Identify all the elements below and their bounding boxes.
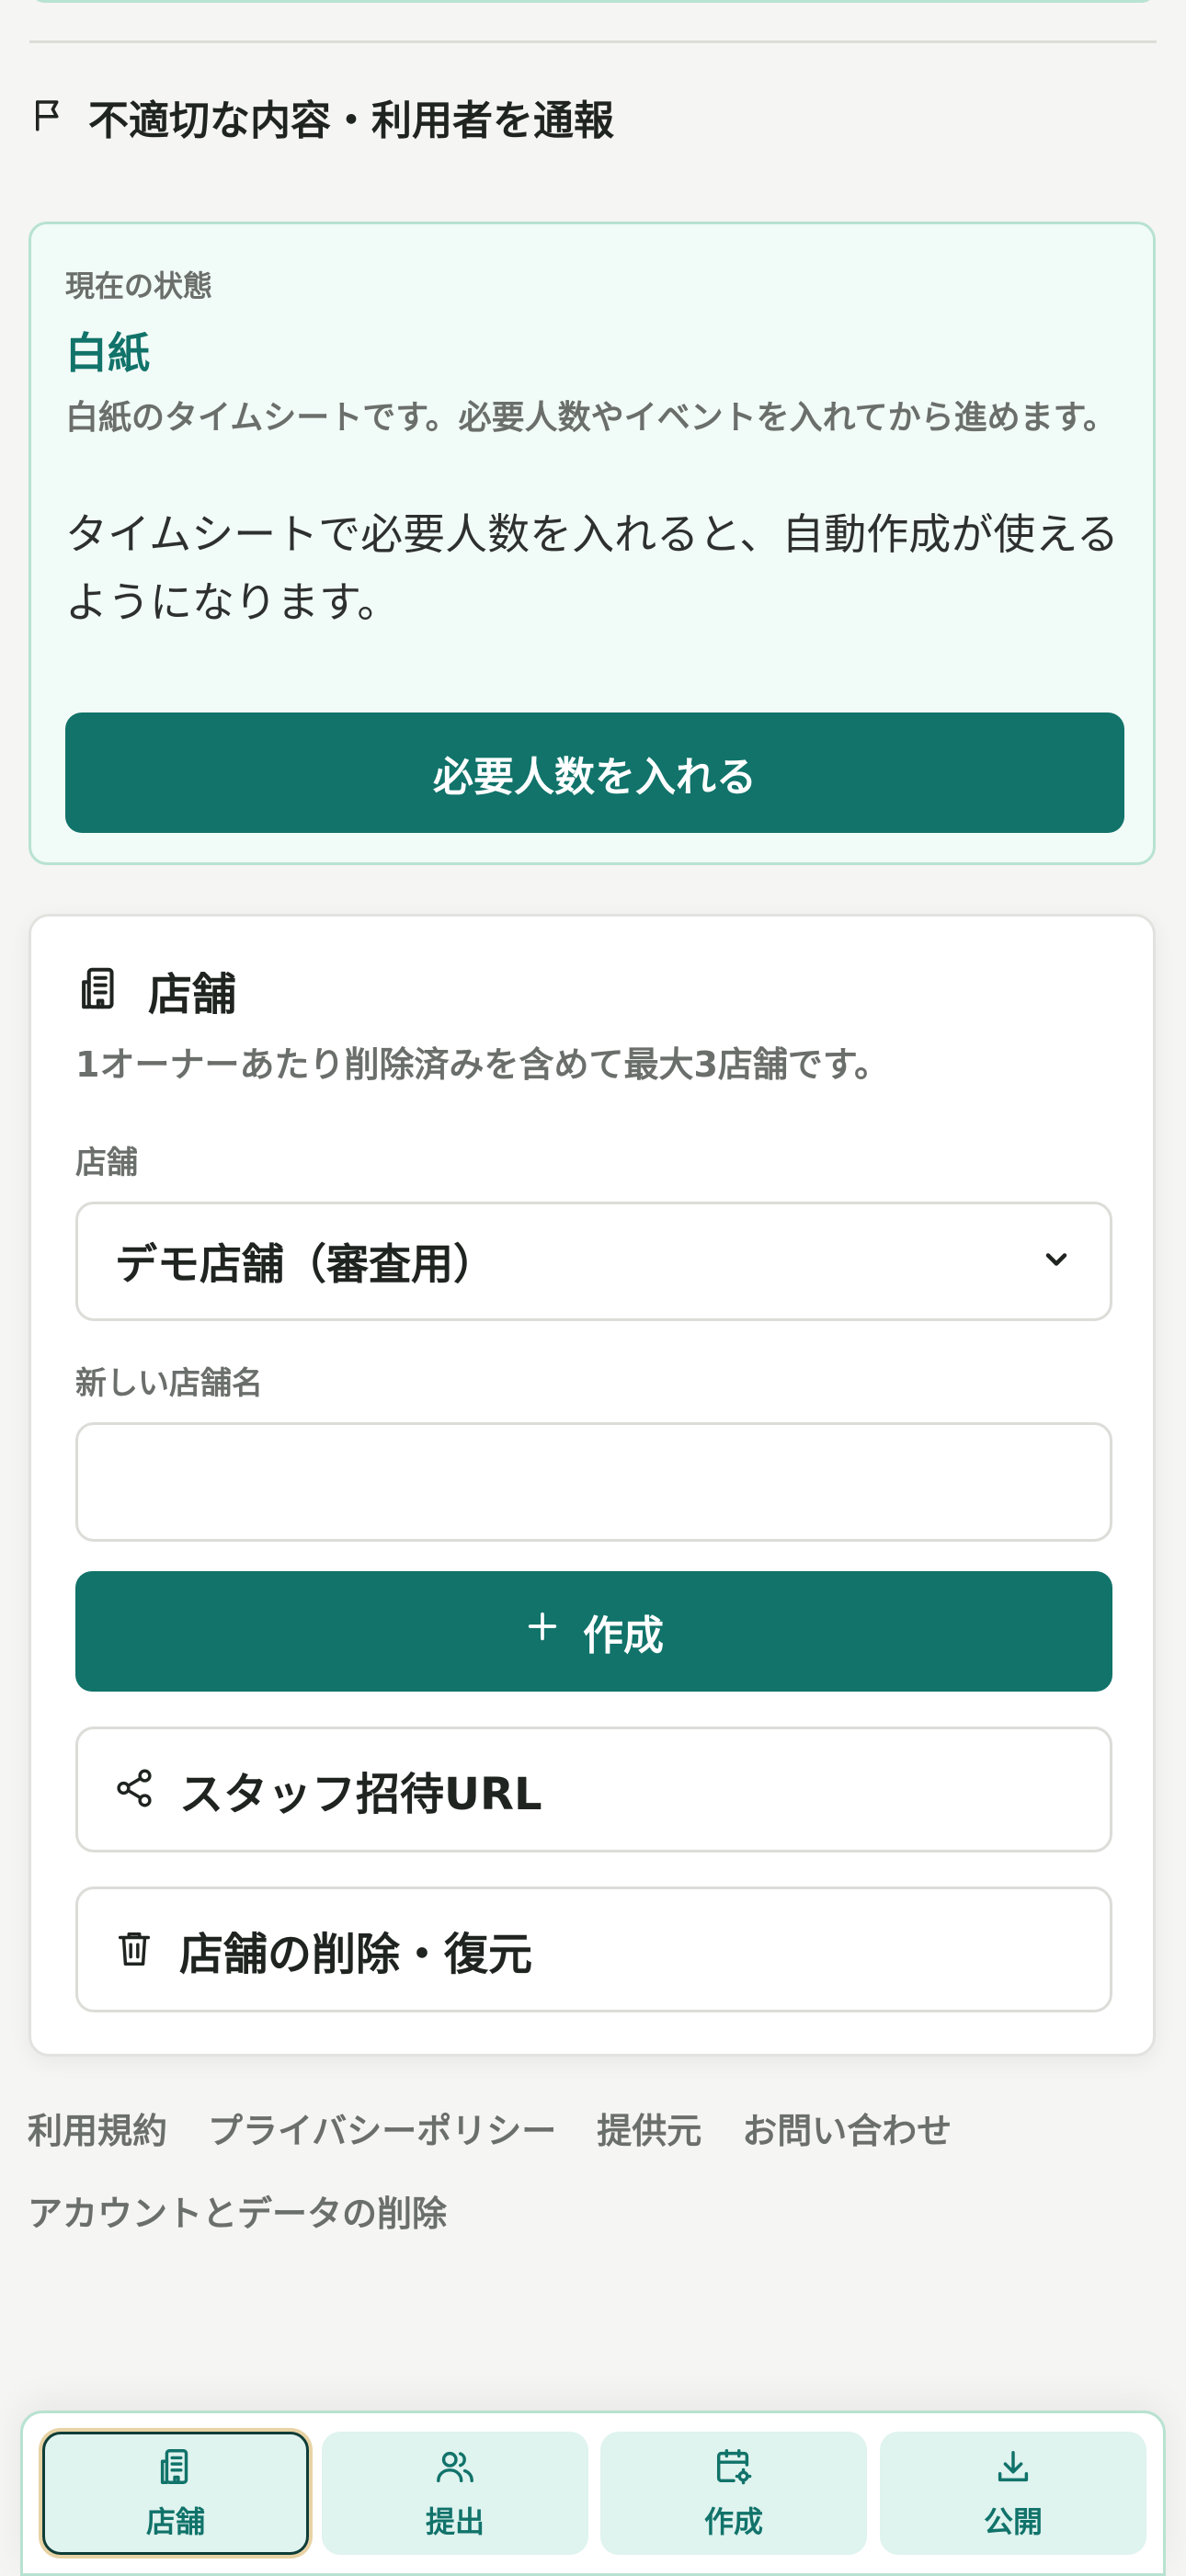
divider bbox=[29, 40, 1157, 43]
privacy-policy-link[interactable]: プライバシーポリシー bbox=[208, 2105, 556, 2157]
tab-create-label: 作成 bbox=[703, 2504, 763, 2539]
store-header: 店舗 bbox=[74, 958, 236, 1022]
building-icon bbox=[74, 963, 124, 1017]
status-value: 白紙 bbox=[65, 328, 150, 378]
status-card: 現在の状態 白紙 白紙のタイムシートです。必要人数やイベントを入れてから進めます… bbox=[29, 222, 1156, 865]
users-icon bbox=[434, 2445, 476, 2491]
store-delete-restore-button[interactable]: 店舗の削除・復元 bbox=[75, 1886, 1112, 2012]
tab-submit[interactable]: 提出 bbox=[322, 2432, 588, 2555]
enter-required-staff-label: 必要人数を入れる bbox=[433, 753, 757, 801]
status-description: 白紙のタイムシートです。必要人数やイベントを入れてから進めます。 bbox=[65, 399, 1117, 437]
store-select-value: デモ店舗（審査用） bbox=[115, 1239, 496, 1289]
create-store-label: 作成 bbox=[583, 1612, 664, 1659]
store-select-label: 店舗 bbox=[75, 1145, 138, 1181]
plus-icon bbox=[524, 1608, 561, 1655]
chevron-down-icon bbox=[1040, 1243, 1073, 1280]
store-title: 店舗 bbox=[148, 969, 237, 1020]
enter-required-staff-button[interactable]: 必要人数を入れる bbox=[65, 712, 1124, 833]
footer-links: 利用規約 プライバシーポリシー 提供元 お問い合わせ アカウントとデータの削除 bbox=[28, 2105, 1158, 2240]
status-caption: 現在の状態 bbox=[65, 268, 213, 303]
store-limit-note: 1オーナーあたり削除済みを含めて最大3店舗です。 bbox=[75, 1044, 890, 1085]
provider-link[interactable]: 提供元 bbox=[597, 2105, 701, 2157]
new-store-name-label: 新しい店舗名 bbox=[75, 1365, 263, 1402]
store-delete-restore-label: 店舗の削除・復元 bbox=[179, 1928, 533, 1980]
terms-link[interactable]: 利用規約 bbox=[28, 2105, 167, 2157]
bottom-tab-bar: 店舗 提出 作成 公開 bbox=[20, 2411, 1166, 2576]
staff-invite-url-button[interactable]: スタッフ招待URL bbox=[75, 1727, 1112, 1852]
store-card: 店舗 1オーナーあたり削除済みを含めて最大3店舗です。 店舗 デモ店舗（審査用）… bbox=[29, 914, 1156, 2057]
download-icon bbox=[992, 2445, 1034, 2491]
staff-invite-url-label: スタッフ招待URL bbox=[179, 1768, 542, 1820]
status-hint: タイムシートで必要人数を入れると、自動作成が使えるようになります。 bbox=[65, 509, 1119, 627]
create-store-button[interactable]: 作成 bbox=[75, 1571, 1112, 1692]
report-label: 不適切な内容・利用者を通報 bbox=[88, 97, 614, 144]
tab-publish[interactable]: 公開 bbox=[880, 2432, 1146, 2555]
tab-submit-label: 提出 bbox=[425, 2504, 485, 2539]
building-icon bbox=[154, 2445, 197, 2491]
calendar-gear-icon bbox=[713, 2445, 755, 2491]
previous-card-edge bbox=[31, 0, 1155, 3]
share-icon bbox=[113, 1767, 155, 1813]
store-select[interactable]: デモ店舗（審査用） bbox=[75, 1202, 1112, 1321]
trash-icon bbox=[113, 1927, 155, 1973]
flag-icon bbox=[29, 96, 68, 138]
tab-create[interactable]: 作成 bbox=[600, 2432, 867, 2555]
tab-publish-label: 公開 bbox=[983, 2504, 1043, 2539]
account-deletion-link[interactable]: アカウントとデータの削除 bbox=[28, 2188, 447, 2240]
tab-store-label: 店舗 bbox=[145, 2504, 205, 2539]
report-link[interactable]: 不適切な内容・利用者を通報 bbox=[29, 85, 614, 149]
contact-link[interactable]: お問い合わせ bbox=[742, 2105, 952, 2157]
tab-store[interactable]: 店舗 bbox=[42, 2432, 309, 2555]
new-store-name-input[interactable] bbox=[75, 1422, 1112, 1542]
